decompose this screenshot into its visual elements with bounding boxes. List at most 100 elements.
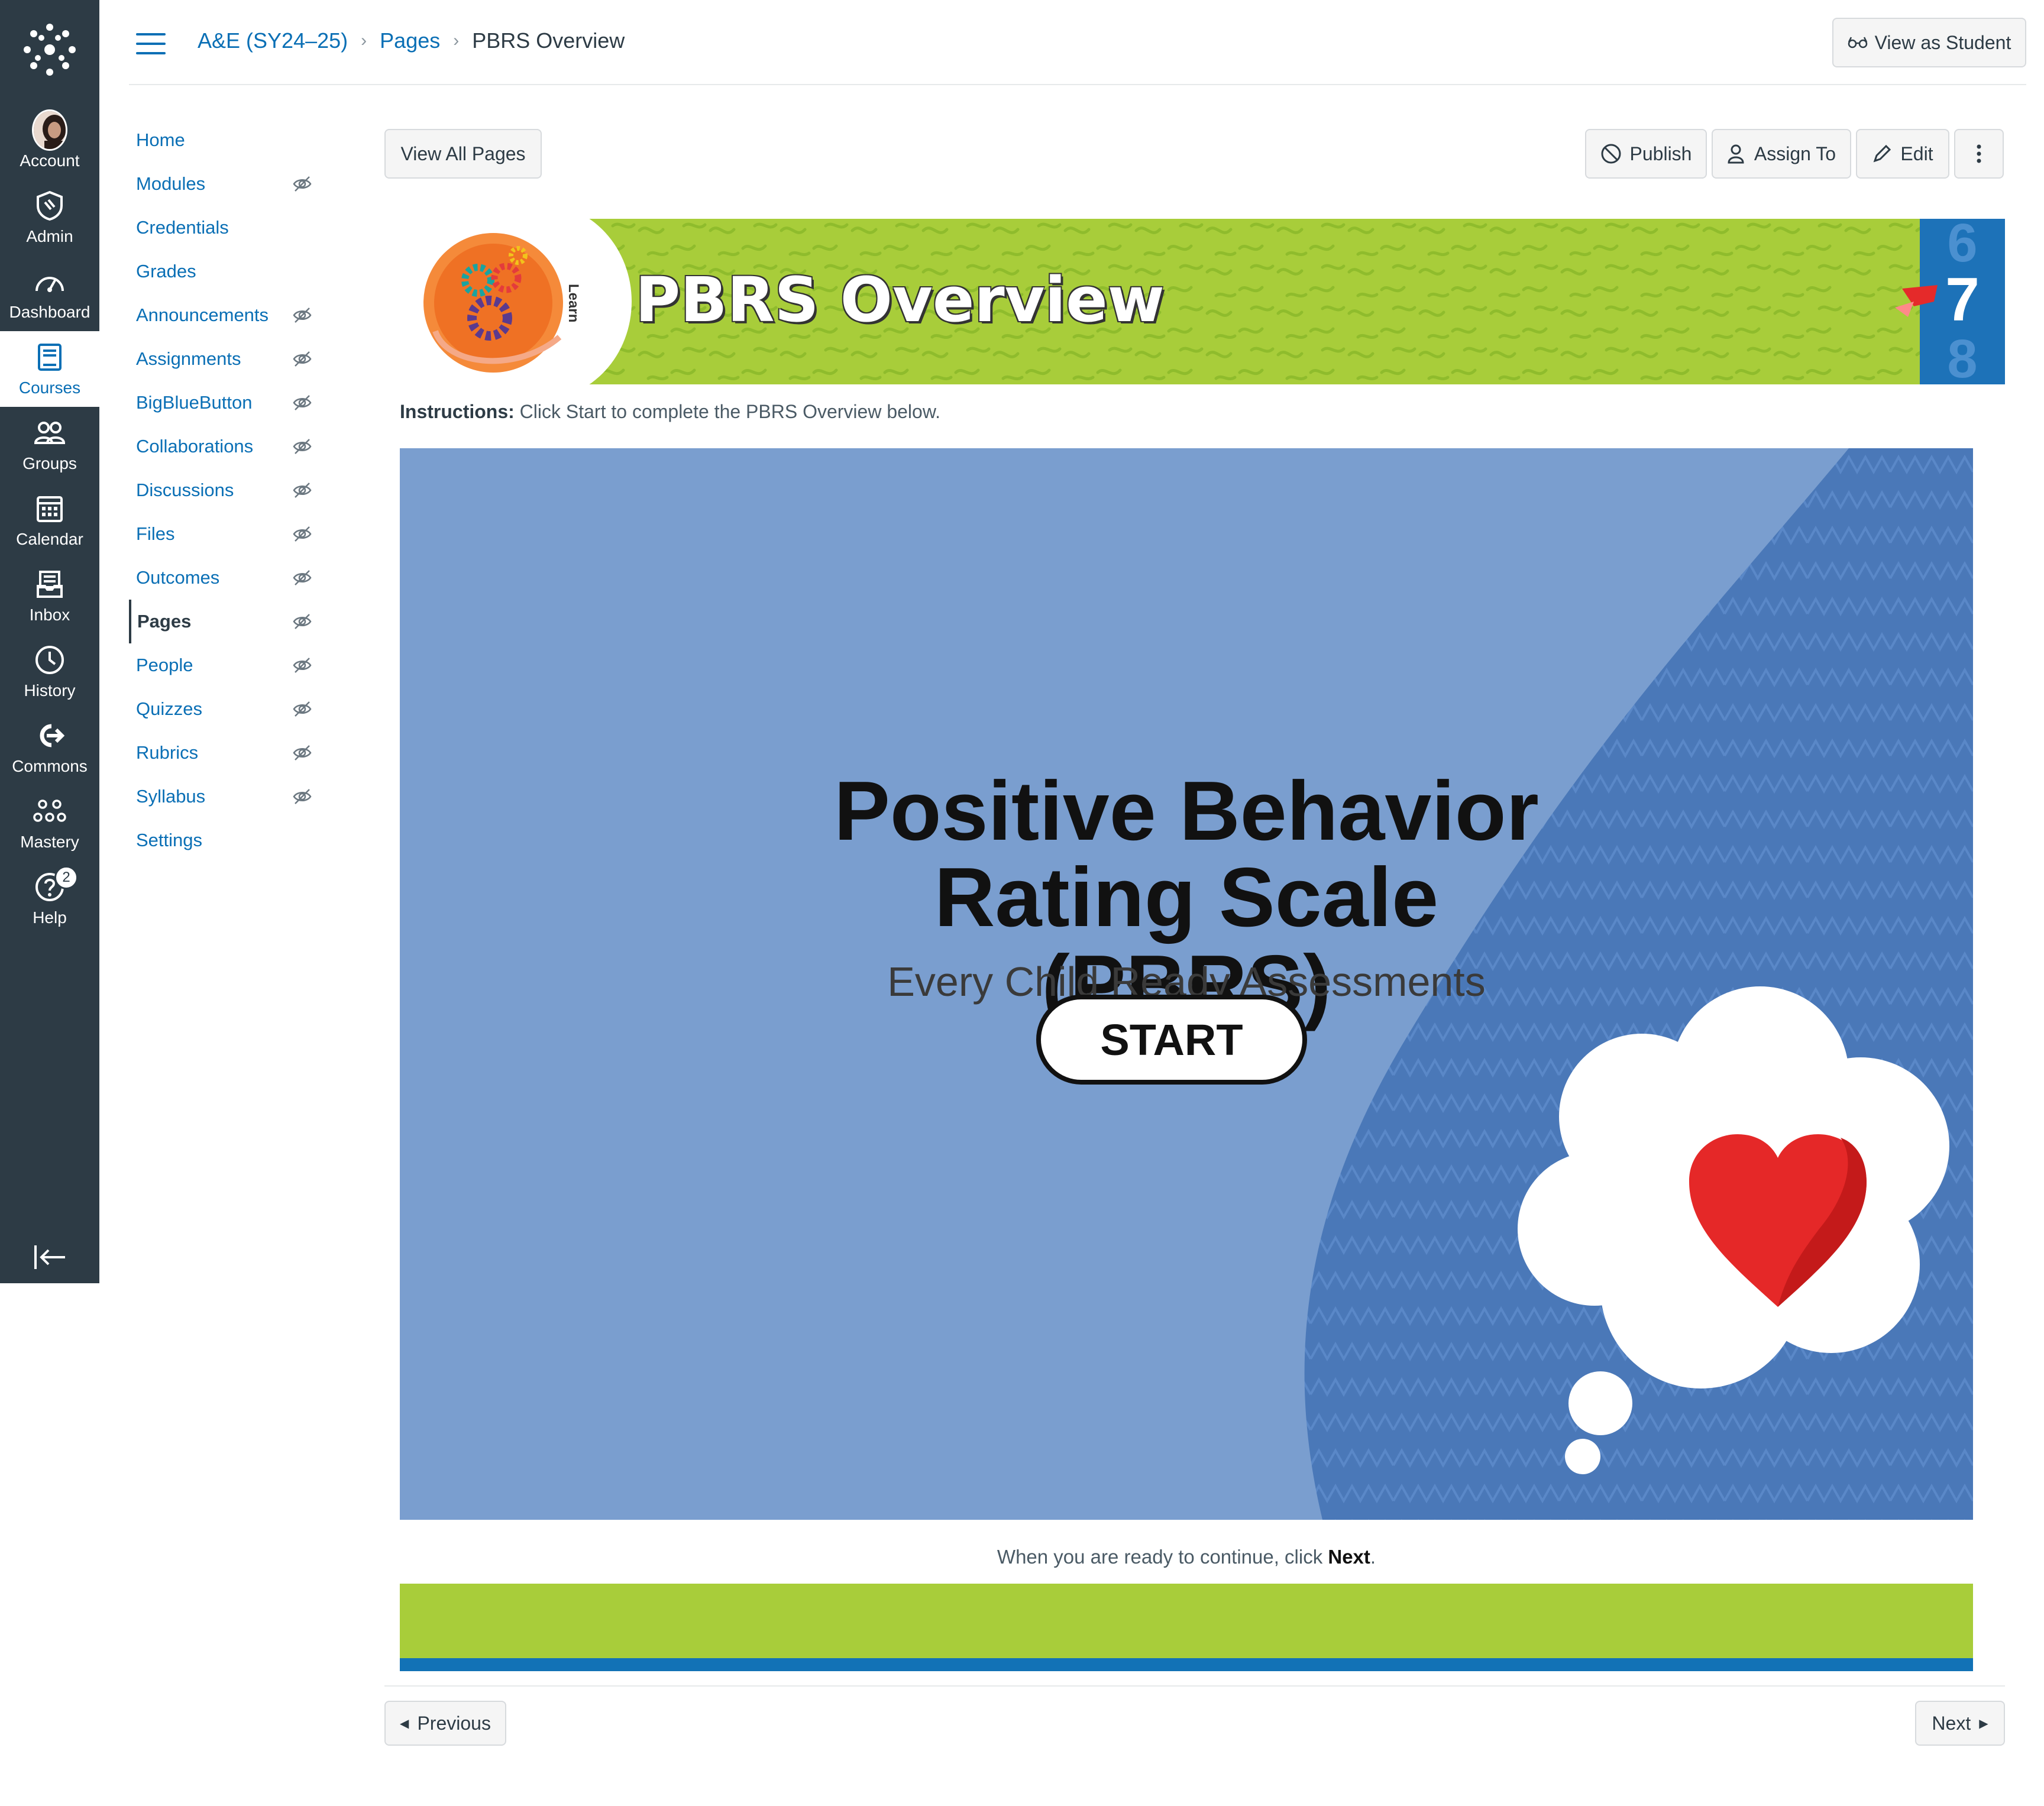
course-nav-pages[interactable]: Pages [129,600,342,643]
assign-to-label: Assign To [1754,143,1836,164]
global-nav-mastery[interactable]: Mastery [0,785,99,861]
learn-text: Learn [565,284,581,322]
svg-text:8: 8 [1947,329,1977,384]
canvas-logo-icon[interactable] [21,21,78,78]
course-nav-label: Credentials [136,217,229,238]
course-nav-assignments[interactable]: Assignments [129,337,342,381]
course-nav-label: Announcements [136,305,269,325]
next-button[interactable]: Next ▶ [1915,1701,2005,1746]
view-all-pages-label: View All Pages [400,143,526,164]
breadcrumb: A&E (SY24–25) › Pages › PBRS Overview [198,28,625,53]
global-nav-help[interactable]: Help 2 [0,861,99,937]
pbrs-slide[interactable]: Positive Behavior Rating Scale (PBRS) Ev… [400,448,1973,1520]
course-nav-quizzes[interactable]: Quizzes [129,687,342,731]
course-nav-label: Outcomes [136,567,220,588]
breadcrumb-pages[interactable]: Pages [380,28,440,53]
footer-green-bar [400,1584,1973,1661]
course-nav-label: Rubrics [136,742,199,763]
groups-icon [34,422,66,444]
page-header: A&E (SY24–25) › Pages › PBRS Overview Vi… [129,0,2026,85]
eye-slash-icon [293,526,312,542]
view-all-pages-button[interactable]: View All Pages [384,129,542,179]
global-nav-label: Dashboard [9,303,90,321]
footer-blue-bar [400,1658,1973,1671]
global-nav-label: Calendar [16,530,83,548]
course-nav-modules[interactable]: Modules [129,162,342,206]
course-nav-files[interactable]: Files [129,512,342,556]
global-nav-label: Inbox [29,606,70,624]
course-nav: Home Modules Credentials Grades Announce… [129,118,342,862]
caret-right-icon: ▶ [1979,1717,1988,1730]
course-nav-collaborations[interactable]: Collaborations [129,425,342,468]
global-nav-courses[interactable]: Courses [0,331,99,407]
global-nav-label: Mastery [20,833,79,851]
eye-slash-icon [293,570,312,585]
view-as-student-button[interactable]: View as Student [1832,18,2026,67]
course-nav-label: Settings [136,830,203,850]
calendar-icon [37,496,63,522]
global-nav-inbox[interactable]: Inbox [0,558,99,634]
global-nav-admin[interactable]: Admin [0,180,99,255]
publish-button[interactable]: Publish [1585,129,1707,179]
global-nav-label: Commons [12,757,88,775]
course-nav-announcements[interactable]: Announcements [129,293,342,337]
course-nav-label: BigBlueButton [136,392,253,413]
global-nav-label: Groups [22,454,77,472]
course-nav-discussions[interactable]: Discussions [129,468,342,512]
instructions-label: Instructions: [400,401,515,422]
mastery-icon [33,800,66,822]
course-nav-settings[interactable]: Settings [129,818,342,862]
global-nav-label: History [24,681,76,700]
course-nav-syllabus[interactable]: Syllabus [129,775,342,818]
course-nav-grades[interactable]: Grades [129,250,342,293]
course-nav-home[interactable]: Home [129,118,342,162]
global-nav-label: Help [33,908,67,927]
global-nav-calendar[interactable]: Calendar [0,483,99,558]
chevron-right-icon: › [361,31,367,50]
global-nav-label: Courses [18,378,81,397]
continue-instructions: When you are ready to continue, click Ne… [400,1546,1973,1568]
breadcrumb-course[interactable]: A&E (SY24–25) [198,28,348,53]
shield-icon [37,190,63,221]
course-nav-rubrics[interactable]: Rubrics [129,731,342,775]
course-nav-label: Discussions [136,480,234,500]
inbox-icon [37,571,63,598]
global-nav-account[interactable]: Account [0,104,99,180]
course-nav-outcomes[interactable]: Outcomes [129,556,342,600]
more-options-button[interactable] [1954,129,2004,179]
eye-slash-icon [293,308,312,323]
edit-label: Edit [1900,143,1933,164]
eye-slash-icon [293,701,312,717]
start-button[interactable]: START [1036,995,1307,1085]
svg-text:7: 7 [1945,266,1980,334]
collapse-nav-icon[interactable] [30,1239,71,1275]
course-menu-toggle[interactable] [136,33,166,54]
global-nav-commons[interactable]: Commons [0,710,99,785]
eye-slash-icon [293,614,312,629]
view-as-student-label: View as Student [1874,31,2011,53]
previous-button[interactable]: ◀ Previous [384,1701,506,1746]
course-nav-label: Assignments [136,348,241,369]
course-nav-bigbluebutton[interactable]: BigBlueButton [129,381,342,425]
course-nav-credentials[interactable]: Credentials [129,206,342,250]
edit-button[interactable]: Edit [1856,129,1949,179]
instructions-body: Click Start to complete the PBRS Overvie… [514,401,941,422]
previous-label: Previous [417,1712,491,1734]
eye-slash-icon [293,483,312,498]
course-nav-people[interactable]: People [129,643,342,687]
eye-slash-icon [293,395,312,410]
global-nav-label: Account [20,151,80,170]
global-nav-history[interactable]: History [0,634,99,710]
course-nav-label: Collaborations [136,436,254,457]
chevron-right-icon: › [453,31,460,50]
assign-to-button[interactable]: Assign To [1712,129,1851,179]
unpublished-icon [1601,144,1621,164]
eye-slash-icon [293,351,312,367]
avatar [32,109,67,151]
global-nav-groups[interactable]: Groups [0,407,99,483]
caret-left-icon: ◀ [400,1717,409,1730]
course-nav-label: Pages [137,611,192,632]
breadcrumb-current: PBRS Overview [472,28,625,53]
global-nav-dashboard[interactable]: Dashboard [0,255,99,331]
course-nav-label: Quizzes [136,698,202,719]
